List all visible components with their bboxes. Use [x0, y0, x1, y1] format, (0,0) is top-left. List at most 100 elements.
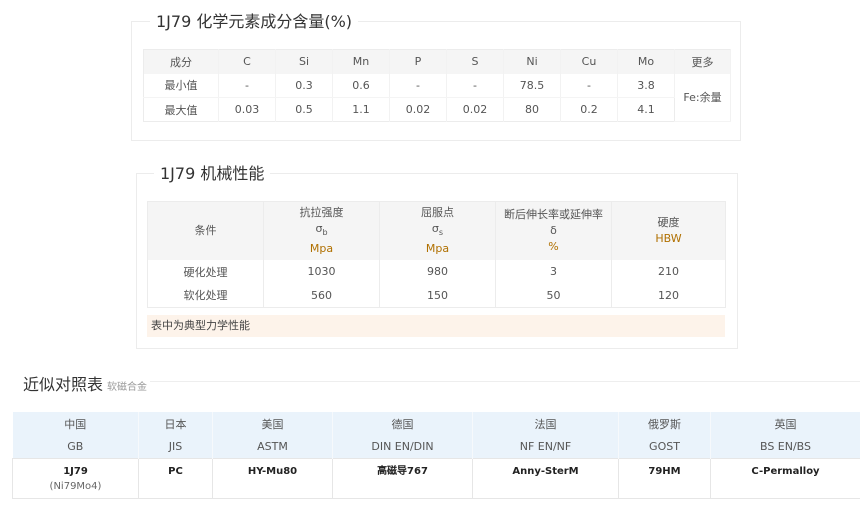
- header-cell: Si: [275, 49, 333, 74]
- grade-cell[interactable]: HY-Mu80: [212, 457, 333, 499]
- grade-cell[interactable]: 79HM: [618, 457, 711, 499]
- mechanical-title: 1J79 机械性能: [154, 164, 271, 184]
- chemical-title: 1J79 化学元素成分含量(%): [150, 12, 359, 32]
- cell: 0.2: [560, 97, 618, 122]
- grade-name[interactable]: PC: [139, 464, 212, 479]
- grade-alias: (Ni79Mo4): [49, 480, 102, 492]
- standard-cell: ASTM: [212, 435, 333, 458]
- cell: 0.5: [275, 97, 333, 122]
- table-row: 硬化处理 1030 980 3 210: [147, 259, 726, 284]
- column-name: 抗拉强度: [299, 205, 344, 219]
- equivalents-heading: 近似对照表 软磁合金: [23, 371, 147, 395]
- header-cell: 断后伸长率或延伸率 δ %: [495, 201, 612, 260]
- standard-cell: DIN EN/DIN: [332, 435, 473, 458]
- grade-name[interactable]: Anny-SterM: [473, 464, 618, 479]
- cell: 3: [495, 259, 612, 284]
- row-label: 最大值: [143, 97, 219, 122]
- mechanical-table: 条件 抗拉强度 σb Mpa 屈服点 σs Mpa 断后伸长率或延伸率 δ % …: [147, 201, 726, 308]
- country-row: 中国 日本 美国 德国 法国 俄罗斯 英国: [12, 412, 860, 435]
- header-cell: Mo: [617, 49, 675, 74]
- cell: 0.3: [275, 73, 333, 98]
- country-cell: 日本: [138, 412, 213, 435]
- header-cell: P: [389, 49, 447, 74]
- more-cell: Fe:余量: [674, 73, 731, 122]
- header-cell: 条件: [147, 201, 264, 260]
- table-row: 软化处理 560 150 50 120: [147, 283, 726, 308]
- country-cell: 英国: [710, 412, 860, 435]
- header-cell: 屈服点 σs Mpa: [379, 201, 496, 260]
- column-name: 断后伸长率或延伸率: [504, 207, 603, 221]
- standard-cell: BS EN/BS: [710, 435, 860, 458]
- header-cell: Mn: [332, 49, 390, 74]
- grade-cell[interactable]: Anny-SterM: [472, 457, 619, 499]
- mechanical-header-row: 条件 抗拉强度 σb Mpa 屈服点 σs Mpa 断后伸长率或延伸率 δ % …: [147, 201, 726, 260]
- standard-cell: NF EN/NF: [472, 435, 619, 458]
- cell: 1030: [263, 259, 380, 284]
- chemical-header-row: 成分 C Si Mn P S Ni Cu Mo 更多: [143, 49, 731, 74]
- country-cell: 美国: [212, 412, 333, 435]
- country-cell: 德国: [332, 412, 473, 435]
- cell: -: [446, 73, 504, 98]
- header-cell: 抗拉强度 σb Mpa: [263, 201, 380, 260]
- column-symbol: σb: [315, 221, 328, 237]
- grade-cell[interactable]: C-Permalloy: [710, 457, 860, 499]
- column-unit: Mpa: [425, 241, 450, 255]
- cell: 4.1: [617, 97, 675, 122]
- section-divider: [150, 381, 860, 382]
- cell: 80: [503, 97, 561, 122]
- cell: 0.02: [446, 97, 504, 122]
- cell: 0.03: [218, 97, 276, 122]
- cell: 120: [611, 283, 726, 308]
- grade-row: 1J79 (Ni79Mo4) PC HY-Mu80 高磁导767 Anny-St…: [12, 457, 860, 499]
- cell: 50: [495, 283, 612, 308]
- grade-cell[interactable]: 高磁导767: [332, 457, 473, 499]
- cell: 78.5: [503, 73, 561, 98]
- cell: -: [389, 73, 447, 98]
- country-cell: 中国: [12, 412, 139, 435]
- column-unit: HBW: [655, 231, 682, 245]
- table-row: 最小值 - 0.3 0.6 - - 78.5 - 3.8 Fe:余量: [143, 73, 731, 122]
- equivalents-title: 近似对照表: [23, 375, 104, 394]
- cell: 1.1: [332, 97, 390, 122]
- row-label: 最小值: [143, 73, 219, 98]
- row-label: 硬化处理: [147, 259, 264, 284]
- cell: 150: [379, 283, 496, 308]
- cell: 560: [263, 283, 380, 308]
- more-header-link[interactable]: 更多: [674, 49, 731, 74]
- grade-cell[interactable]: 1J79 (Ni79Mo4): [12, 457, 139, 499]
- column-symbol: σs: [431, 221, 444, 237]
- header-cell: Ni: [503, 49, 561, 74]
- grade-name[interactable]: C-Permalloy: [711, 464, 860, 479]
- cell: 0.6: [332, 73, 390, 98]
- standard-cell: GB: [12, 435, 139, 458]
- grade-name[interactable]: 79HM: [619, 464, 710, 479]
- column-name: 屈服点: [421, 205, 454, 219]
- header-cell: 硬度 HBW: [611, 201, 726, 260]
- table-row: 最大值 0.03 0.5 1.1 0.02 0.02 80 0.2 4.1: [143, 97, 731, 122]
- standard-cell: GOST: [618, 435, 711, 458]
- header-cell: S: [446, 49, 504, 74]
- column-name: 硬度: [657, 215, 680, 229]
- grade-cell[interactable]: PC: [138, 457, 213, 499]
- cell: 3.8: [617, 73, 675, 98]
- standard-cell: JIS: [138, 435, 213, 458]
- header-cell: Cu: [560, 49, 618, 74]
- grade-name[interactable]: HY-Mu80: [213, 464, 332, 479]
- column-symbol: δ: [550, 223, 557, 237]
- equivalents-subtitle[interactable]: 软磁合金: [107, 382, 147, 393]
- mechanical-note: 表中为典型力学性能: [147, 315, 725, 337]
- cell: -: [560, 73, 618, 98]
- grade-name[interactable]: 高磁导767: [333, 464, 472, 479]
- header-cell: 成分: [143, 49, 219, 74]
- cell: 210: [611, 259, 726, 284]
- row-label: 软化处理: [147, 283, 264, 308]
- standard-row: GB JIS ASTM DIN EN/DIN NF EN/NF GOST BS …: [12, 435, 860, 458]
- equivalents-table: 中国 日本 美国 德国 法国 俄罗斯 英国 GB JIS ASTM DIN EN…: [12, 412, 860, 499]
- grade-name[interactable]: 1J79: [13, 464, 138, 479]
- column-unit: %: [548, 239, 559, 253]
- cell: 0.02: [389, 97, 447, 122]
- country-cell: 俄罗斯: [618, 412, 711, 435]
- cell: 980: [379, 259, 496, 284]
- chemical-table: 成分 C Si Mn P S Ni Cu Mo 更多 最小值 - 0.3 0.6…: [143, 49, 731, 122]
- header-cell: C: [218, 49, 276, 74]
